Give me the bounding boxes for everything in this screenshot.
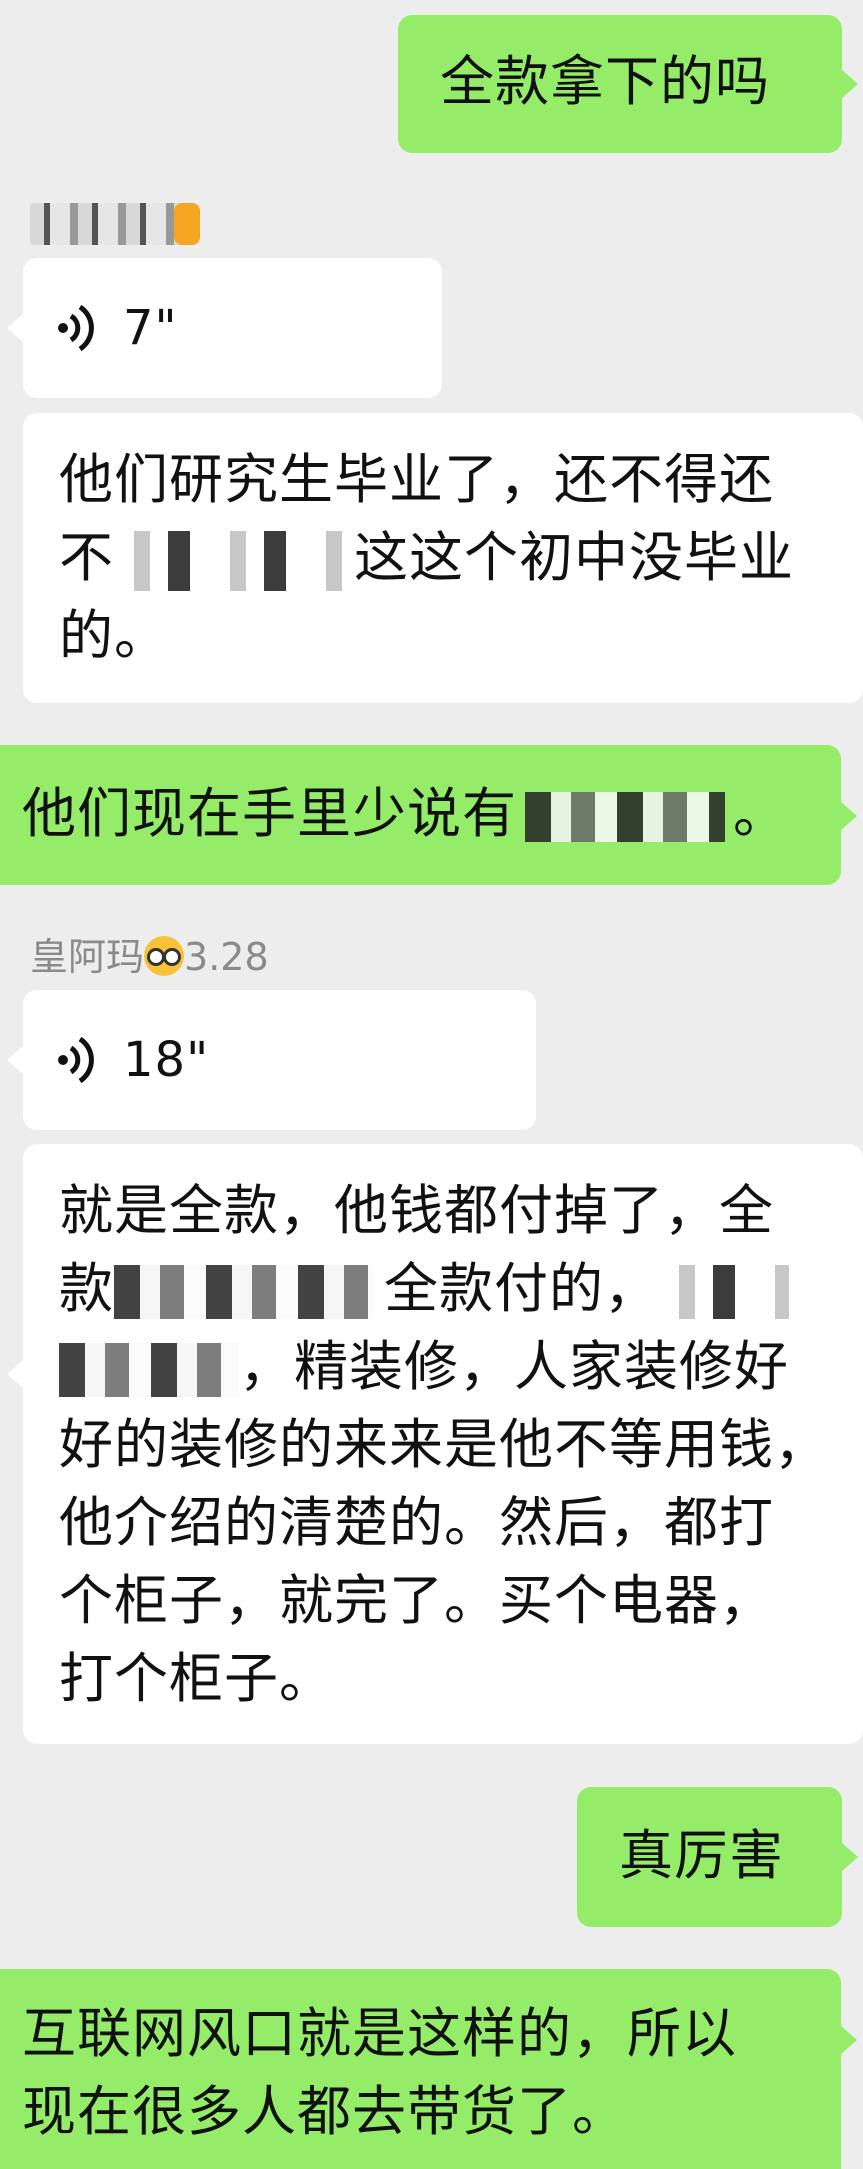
voice-duration: 7" [123, 300, 178, 356]
message-line: 好的装修的来来是他不等用钱， [59, 1413, 829, 1476]
message-line: 不这这个初中没毕业 [59, 519, 863, 597]
message-line: 互联网风口就是这样的，所以 [22, 2002, 737, 2065]
message-line: 现在很多人都去带货了。 [22, 2080, 627, 2143]
message-line: 他介绍的清楚的。然后，都打 [59, 1491, 774, 1554]
voice-wave-icon [58, 304, 94, 352]
sender-name-blurred [30, 203, 200, 245]
message-line: 款全款付的， [59, 1250, 863, 1328]
sender-badge [174, 203, 200, 245]
message-bubble-received[interactable]: 就是全款，他钱都付掉了，全 款全款付的， ，精装修，人家装修好 好的装修的来来是… [23, 1144, 863, 1744]
bubble-tail [7, 1046, 23, 1074]
voice-duration: 18" [123, 1032, 210, 1088]
message-bubble-sent[interactable]: 全款拿下的吗 [398, 15, 842, 153]
message-line: ，精装修，人家装修好 [59, 1328, 863, 1406]
voice-message[interactable]: 18" [23, 990, 536, 1130]
redacted-mosaic [114, 531, 354, 592]
message-text: 全款拿下的吗 [440, 50, 770, 113]
bubble-tail [7, 314, 23, 342]
message-text: 他们现在手里少说有 [22, 782, 517, 845]
nerd-face-icon [144, 936, 185, 976]
message-line: 的。 [59, 604, 169, 667]
voice-wave-icon [58, 1036, 94, 1084]
message-text: 真厉害 [619, 1824, 784, 1887]
bubble-tail [841, 802, 857, 830]
redacted-mosaic [59, 1343, 239, 1398]
message-bubble-sent[interactable]: 真厉害 [577, 1787, 842, 1927]
bubble-tail [841, 2026, 857, 2054]
sender-name: 皇阿玛 3.28 [30, 935, 269, 979]
message-text: 。 [733, 782, 788, 845]
redacted-mosaic [114, 1265, 374, 1320]
message-line: 个柜子，就完了。买个电器， [59, 1569, 774, 1632]
redacted-mosaic [525, 792, 725, 843]
message-bubble-sent[interactable]: 他们现在手里少说有 。 [0, 745, 841, 885]
message-line: 就是全款，他钱都付掉了，全 [59, 1179, 774, 1242]
message-line: 他们研究生毕业了，还不得还 [59, 448, 774, 511]
message-line: 打个柜子。 [59, 1647, 334, 1710]
bubble-tail [842, 1843, 858, 1871]
redacted-mosaic [659, 1265, 789, 1320]
message-bubble-sent[interactable]: 互联网风口就是这样的，所以 现在很多人都去带货了。 [0, 1969, 841, 2169]
voice-message[interactable]: 7" [23, 258, 442, 398]
message-bubble-received[interactable]: 他们研究生毕业了，还不得还 不这这个初中没毕业 的。 [23, 413, 863, 703]
bubble-tail [7, 1360, 23, 1388]
bubble-tail [842, 70, 858, 98]
